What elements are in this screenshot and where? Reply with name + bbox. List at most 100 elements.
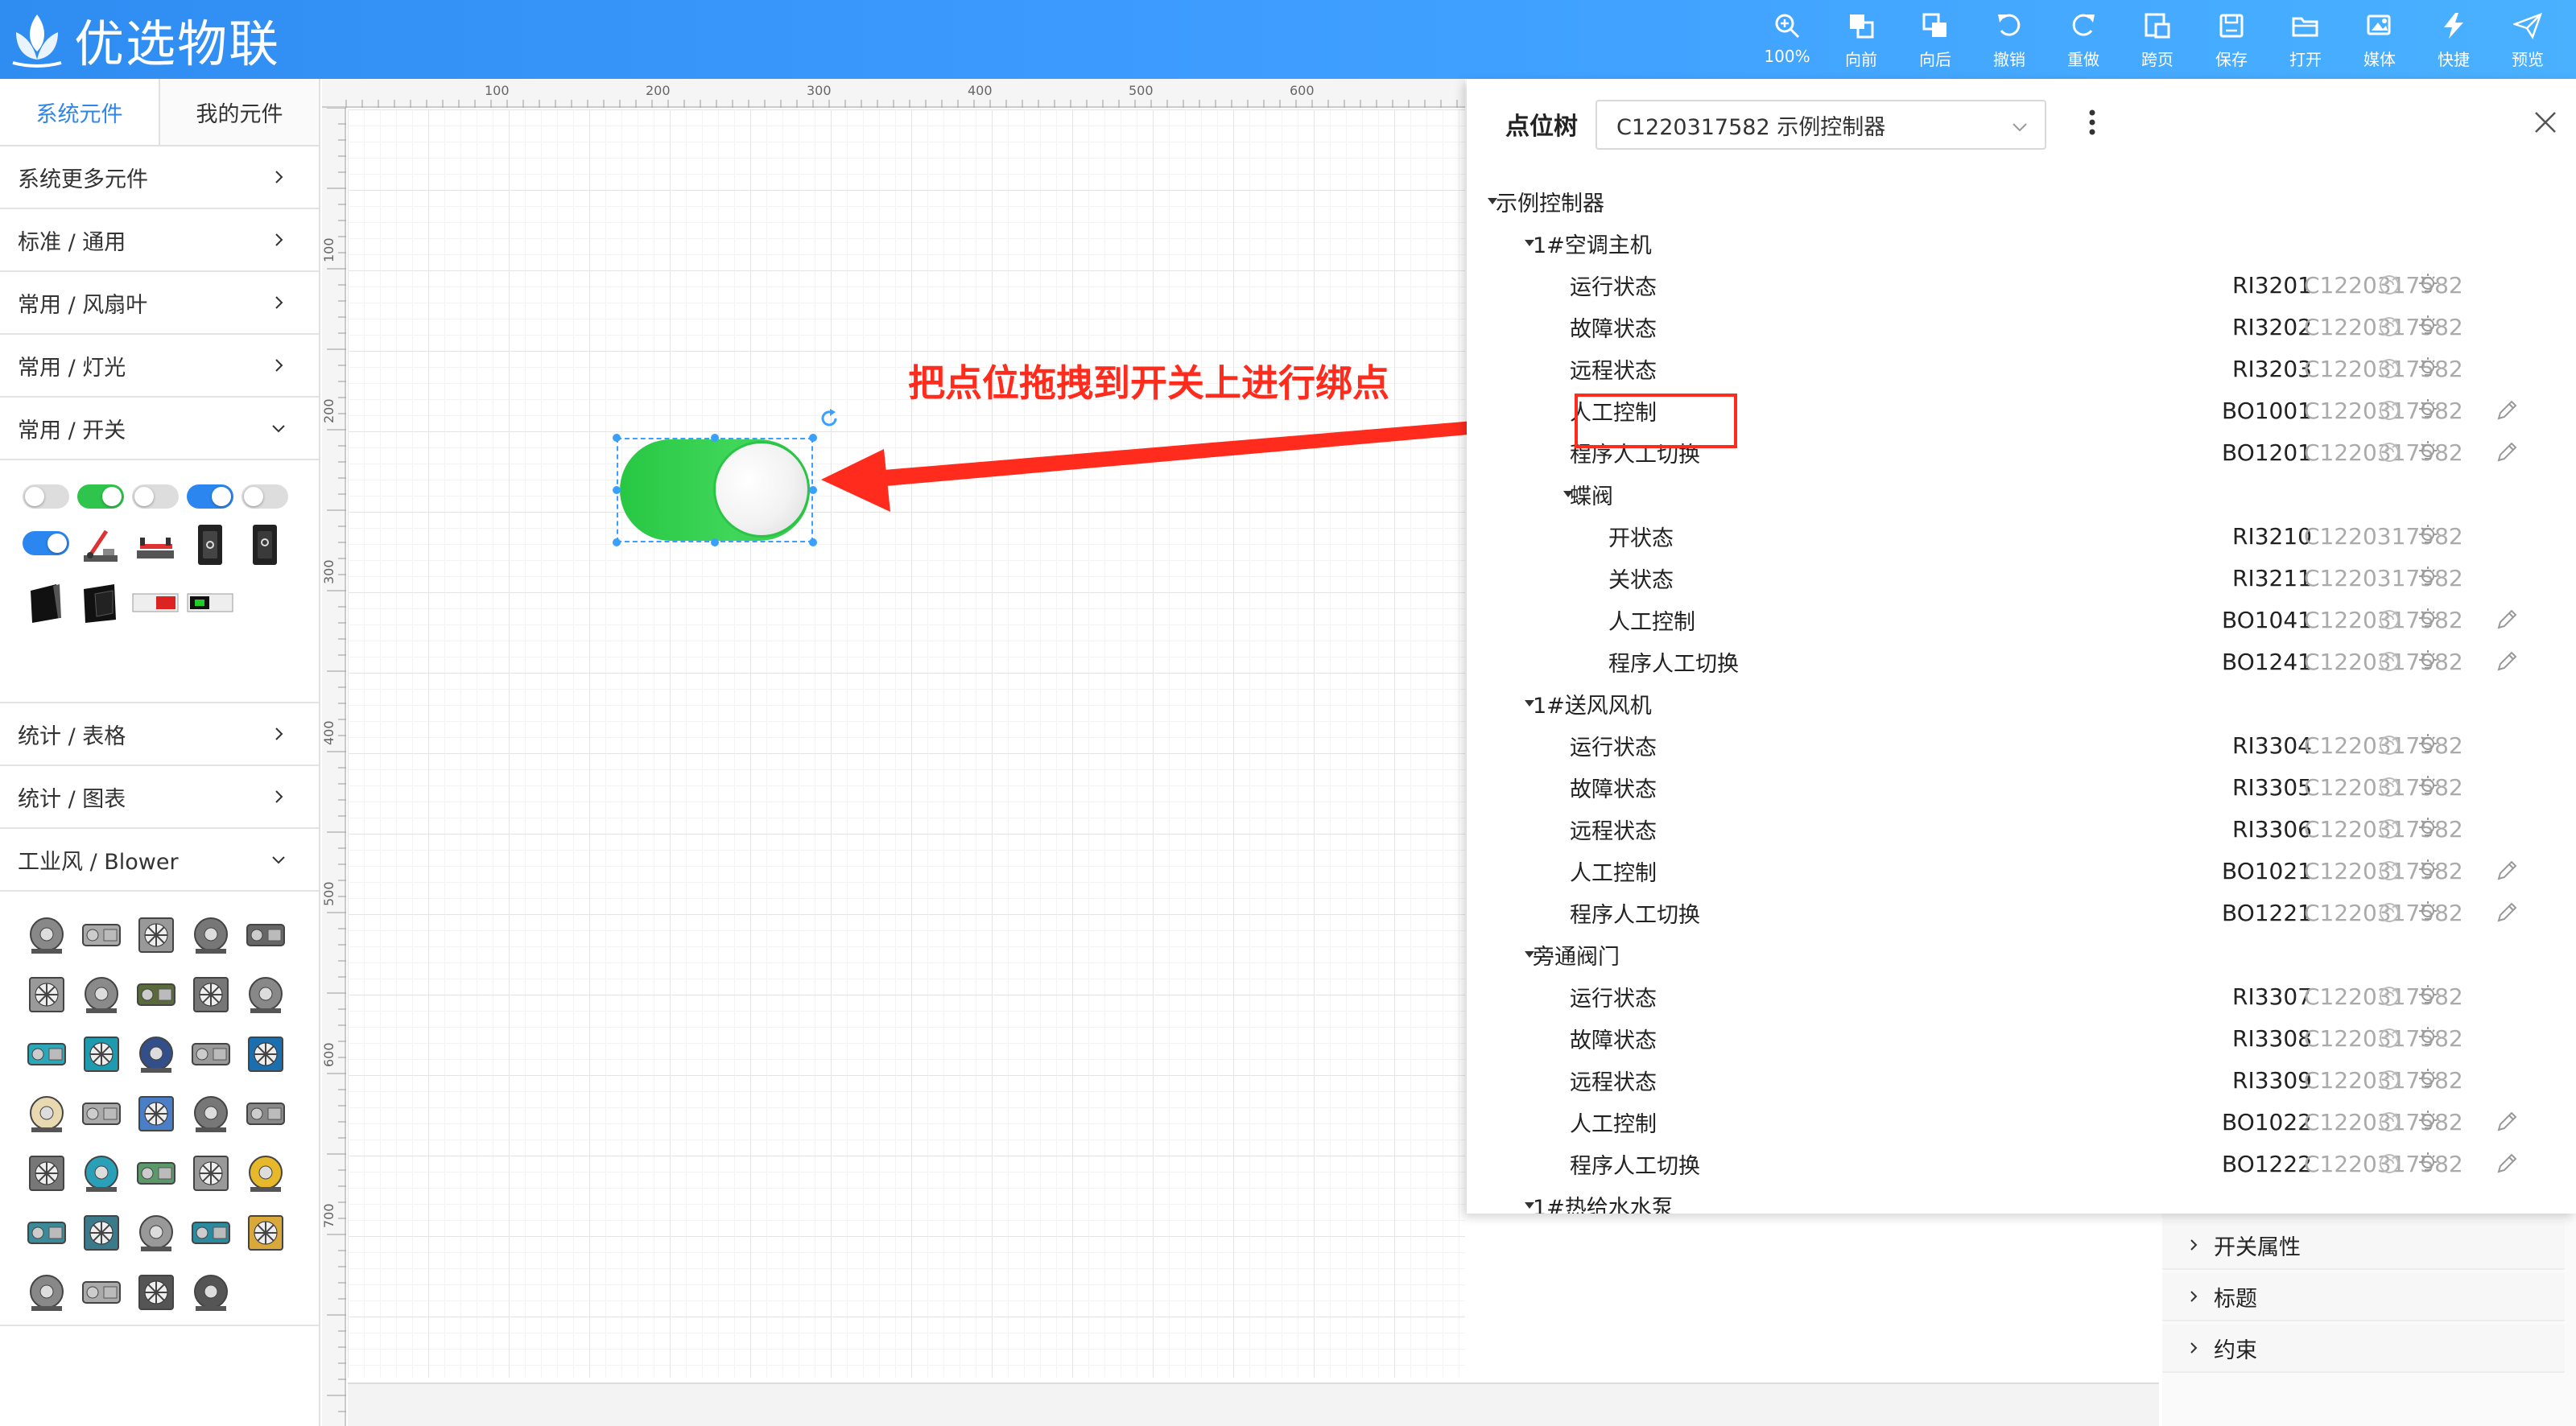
library-group[interactable]: 标准 / 通用 <box>0 209 319 272</box>
bulb-icon[interactable] <box>2415 356 2441 381</box>
property-section[interactable]: 标题 <box>2162 1273 2565 1321</box>
toolbar-forward-button[interactable]: 向前 <box>1824 11 1898 72</box>
green-button-switch-icon[interactable] <box>187 579 233 626</box>
edit-icon[interactable] <box>2494 607 2520 633</box>
blower-component-icon[interactable] <box>134 972 179 1017</box>
blower-component-icon[interactable] <box>24 1151 69 1196</box>
tree-node-point[interactable]: 开状态 RI3210 C1220317582 <box>1467 515 2576 557</box>
bind-icon[interactable] <box>2376 816 2402 842</box>
bulb-icon[interactable] <box>2415 1025 2441 1051</box>
group-blower[interactable]: 工业风 / Blower <box>0 829 319 892</box>
blower-component-icon[interactable] <box>79 913 124 958</box>
tree-node-group[interactable]: 1#送风风机 <box>1467 682 2576 724</box>
blower-component-icon[interactable] <box>188 1032 233 1077</box>
blower-component-icon[interactable] <box>24 1032 69 1077</box>
blower-component-icon[interactable] <box>24 1270 69 1315</box>
blower-component-icon[interactable] <box>24 1210 69 1255</box>
bulb-icon[interactable] <box>2415 565 2441 591</box>
blower-component-icon[interactable] <box>188 972 233 1017</box>
resize-handle-br[interactable] <box>809 538 817 546</box>
rotate-handle-icon[interactable] <box>818 407 840 430</box>
library-group[interactable]: 常用 / 风扇叶 <box>0 272 319 335</box>
blower-component-icon[interactable] <box>134 1032 179 1077</box>
bulb-icon[interactable] <box>2415 900 2441 925</box>
blower-component-icon[interactable] <box>134 1210 179 1255</box>
bulb-icon[interactable] <box>2415 1151 2441 1177</box>
bind-icon[interactable] <box>2376 732 2402 758</box>
bind-icon[interactable] <box>2376 356 2402 381</box>
switch-component-off-3[interactable] <box>242 484 288 509</box>
toolbar-backward-button[interactable]: 向后 <box>1898 11 1972 72</box>
bulb-icon[interactable] <box>2415 1109 2441 1135</box>
tree-node-point[interactable]: 运行状态 RI3304 C1220317582 <box>1467 724 2576 766</box>
resize-handle-tl[interactable] <box>613 434 621 442</box>
toolbar-undo-button[interactable]: 撤销 <box>1972 11 2046 72</box>
blower-component-icon[interactable] <box>134 1091 179 1136</box>
bind-icon[interactable] <box>2376 314 2402 340</box>
bulb-icon[interactable] <box>2415 398 2441 423</box>
switch-component-off[interactable] <box>23 484 69 509</box>
resize-handle-bl[interactable] <box>613 538 621 546</box>
blower-component-icon[interactable] <box>188 1210 233 1255</box>
tree-node-point[interactable]: 远程状态 RI3309 C1220317582 <box>1467 1059 2576 1101</box>
bulb-icon[interactable] <box>2415 439 2441 465</box>
knife-switch-closed-icon[interactable] <box>132 521 179 568</box>
edit-icon[interactable] <box>2494 649 2520 674</box>
tree-node-point[interactable]: 人工控制 BO1022 C1220317582 <box>1467 1101 2576 1143</box>
bulb-icon[interactable] <box>2415 649 2441 674</box>
resize-handle-mr[interactable] <box>809 486 817 494</box>
tree-node-point[interactable]: 程序人工切换 BO1221 C1220317582 <box>1467 892 2576 933</box>
blower-component-icon[interactable] <box>79 1270 124 1315</box>
design-canvas[interactable] <box>348 109 1465 1378</box>
blower-component-icon[interactable] <box>243 1210 288 1255</box>
tree-node-point[interactable]: 程序人工切换 BO1222 C1220317582 <box>1467 1143 2576 1185</box>
bulb-icon[interactable] <box>2415 774 2441 800</box>
blower-component-icon[interactable] <box>188 913 233 958</box>
bulb-icon[interactable] <box>2415 523 2441 549</box>
tree-node-point[interactable]: 远程状态 RI3203 C1220317582 <box>1467 348 2576 389</box>
bind-icon[interactable] <box>2376 649 2402 674</box>
bind-icon[interactable] <box>2376 439 2402 465</box>
rocker-switch-2-icon[interactable] <box>242 521 288 568</box>
property-section[interactable]: 开关属性 <box>2162 1222 2565 1270</box>
switch-component-green[interactable] <box>77 484 124 509</box>
blower-component-icon[interactable] <box>24 913 69 958</box>
toolbar-save-button[interactable]: 保存 <box>2194 11 2268 72</box>
bind-icon[interactable] <box>2376 1025 2402 1051</box>
tab-my-components[interactable]: 我的元件 <box>159 79 319 145</box>
bulb-icon[interactable] <box>2415 314 2441 340</box>
horizontal-scrollbar[interactable] <box>348 1383 2159 1426</box>
blower-component-icon[interactable] <box>243 913 288 958</box>
blower-component-icon[interactable] <box>24 1091 69 1136</box>
close-icon[interactable] <box>2531 108 2560 137</box>
blower-component-icon[interactable] <box>188 1151 233 1196</box>
controller-select[interactable]: C1220317582 示例控制器 <box>1596 100 2046 150</box>
bulb-icon[interactable] <box>2415 272 2441 298</box>
blower-component-icon[interactable] <box>79 972 124 1017</box>
blower-component-icon[interactable] <box>134 913 179 958</box>
tree-node-group[interactable]: 旁通阀门 <box>1467 933 2576 975</box>
edit-icon[interactable] <box>2494 439 2520 465</box>
tree-node-point[interactable]: 人工控制 BO1021 C1220317582 <box>1467 850 2576 892</box>
toolbar-open-button[interactable]: 打开 <box>2268 11 2343 72</box>
library-group[interactable]: 统计 / 表格 <box>0 703 319 766</box>
bind-icon[interactable] <box>2376 272 2402 298</box>
blower-component-icon[interactable] <box>243 972 288 1017</box>
bulb-icon[interactable] <box>2415 816 2441 842</box>
bind-icon[interactable] <box>2376 607 2402 633</box>
tree-node-group[interactable]: 蝶阀 <box>1467 473 2576 515</box>
resize-handle-ml[interactable] <box>613 486 621 494</box>
blower-component-icon[interactable] <box>243 1151 288 1196</box>
toolbar-jump-button[interactable]: 跨页 <box>2120 11 2194 72</box>
bind-icon[interactable] <box>2376 858 2402 884</box>
tree-node-group[interactable]: 1#空调主机 <box>1467 222 2576 264</box>
toolbar-preview-button[interactable]: 预览 <box>2491 11 2565 72</box>
bulb-icon[interactable] <box>2415 858 2441 884</box>
tree-node-group[interactable]: 1#热给水水泵 <box>1467 1185 2576 1214</box>
tree-node-point[interactable]: 故障状态 RI3305 C1220317582 <box>1467 766 2576 808</box>
bind-icon[interactable] <box>2376 398 2402 423</box>
edit-icon[interactable] <box>2494 900 2520 925</box>
bulb-icon[interactable] <box>2415 983 2441 1009</box>
bulb-icon[interactable] <box>2415 1067 2441 1093</box>
tree-node-point[interactable]: 故障状态 RI3308 C1220317582 <box>1467 1017 2576 1059</box>
